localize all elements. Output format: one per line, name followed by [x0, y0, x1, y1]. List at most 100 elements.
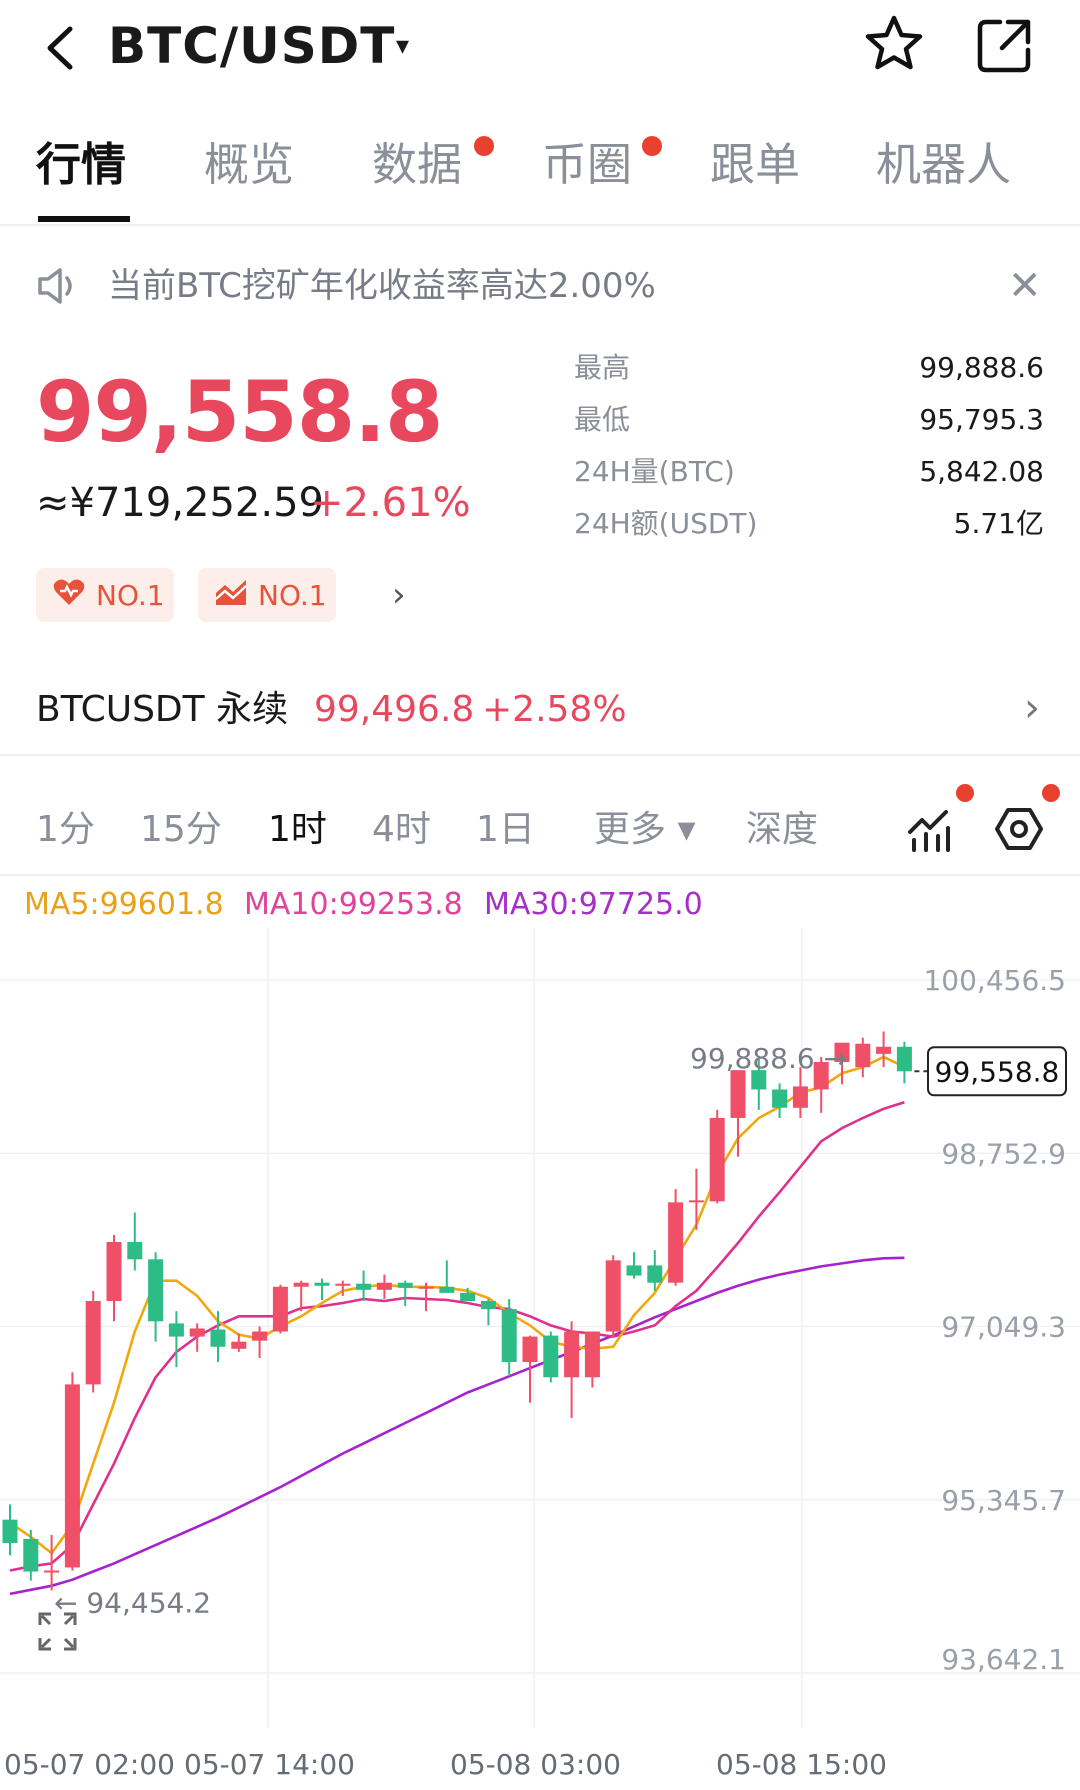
indicator-icon[interactable] [906, 806, 954, 854]
chevron-right-icon[interactable]: › [392, 578, 406, 612]
interval-1m[interactable]: 1分 [36, 808, 95, 852]
share-icon[interactable] [974, 14, 1036, 76]
candle-body [272, 1286, 288, 1332]
ma30-legend: MA30:97725.0 [484, 887, 703, 922]
candle [626, 1252, 642, 1279]
candle-body [668, 1202, 684, 1283]
candle [210, 1311, 226, 1363]
candle-body [23, 1538, 39, 1572]
x-tick-label: 05-08 15:00 [716, 1748, 887, 1781]
indicator-dot [956, 784, 974, 802]
close-icon[interactable]: ✕ [1008, 266, 1042, 306]
candle-body [501, 1309, 517, 1363]
candle-body [356, 1283, 372, 1290]
high-price-label: 99,888.6 → [690, 1042, 847, 1075]
candle-body [855, 1043, 871, 1068]
candle [543, 1331, 559, 1383]
x-tick-label: 05-07 02:00 [4, 1748, 175, 1781]
tab-market[interactable]: 行情 [36, 136, 126, 194]
candle [709, 1109, 725, 1204]
tab-data[interactable]: 数据 [372, 136, 462, 194]
pair-title[interactable]: BTC/USDT [108, 14, 395, 78]
pair-dropdown-icon[interactable]: ▾ [396, 30, 409, 62]
divider [0, 754, 1080, 756]
candle [85, 1290, 101, 1393]
perpetual-price[interactable]: 99,496.8 [314, 688, 474, 732]
low-price-label: ← 94,454.2 [54, 1586, 211, 1619]
settings-dot [1042, 784, 1060, 802]
stat-label-volume: 24H量(BTC) [574, 455, 735, 488]
perpetual-name[interactable]: BTCUSDT 永续 [36, 688, 288, 732]
candle-body [106, 1242, 122, 1302]
active-tab-indicator [38, 216, 130, 222]
y-tick-label: 97,049.3 [941, 1311, 1066, 1344]
candlestick-chart[interactable]: 100,456.5 98,752.9 97,049.3 95,345.7 93,642.… [0, 928, 1080, 1790]
candle [272, 1284, 288, 1334]
y-tick-label: 98,752.9 [941, 1137, 1066, 1170]
candle [106, 1234, 122, 1322]
candle-body [252, 1331, 268, 1341]
star-icon[interactable] [862, 12, 926, 76]
interval-1h[interactable]: 1时 [268, 808, 327, 852]
interval-1d[interactable]: 1日 [476, 808, 535, 852]
stat-label-low: 最低 [574, 403, 631, 436]
candle [584, 1331, 600, 1388]
candle-body [605, 1260, 621, 1332]
candle-body [293, 1282, 309, 1287]
tab-bot[interactable]: 机器人 [876, 136, 1011, 194]
ma5-legend: MA5:99601.8 [24, 887, 224, 922]
stat-value-low: 95,795.3 [919, 403, 1044, 436]
candle [397, 1280, 413, 1307]
y-tick-label: 100,456.5 [923, 964, 1066, 997]
candle [356, 1270, 372, 1302]
divider [0, 224, 1080, 226]
stat-label-turnover: 24H额(USDT) [574, 507, 758, 540]
stat-value-volume: 5,842.08 [919, 455, 1044, 488]
chevron-right-icon[interactable]: › [1024, 686, 1040, 730]
back-icon[interactable] [30, 18, 90, 78]
rank-badge-label: NO.1 [96, 578, 165, 612]
candle [2, 1504, 18, 1556]
candle-body [189, 1328, 205, 1337]
candle-body [543, 1335, 559, 1378]
candle-body [397, 1282, 413, 1288]
x-tick-label: 05-08 03:00 [450, 1748, 621, 1781]
cny-price: ≈¥719,252.59 [36, 480, 324, 526]
candle-body [876, 1046, 892, 1054]
candle [876, 1031, 892, 1068]
candle-body [460, 1292, 476, 1302]
candle-body [148, 1259, 164, 1322]
rank-badge-gainer[interactable]: NO.1 [198, 568, 336, 622]
candle-body [688, 1200, 704, 1203]
candle [23, 1529, 39, 1581]
flame-heart-icon [52, 577, 86, 614]
tab-overview[interactable]: 概览 [204, 136, 294, 194]
tab-community-dot [642, 136, 662, 156]
interval-15m[interactable]: 15分 [140, 808, 222, 852]
candle-body [772, 1089, 788, 1108]
tab-copytrade[interactable]: 跟单 [710, 136, 800, 194]
interval-more[interactable]: 更多 ▾ [594, 808, 696, 852]
tab-community[interactable]: 币圈 [542, 136, 632, 194]
candle-body [64, 1384, 80, 1568]
candle-body [44, 1570, 60, 1573]
candle-body [85, 1301, 101, 1385]
ma5-line [9, 1055, 905, 1556]
candle [252, 1326, 268, 1358]
stat-value-turnover: 5.71亿 [953, 507, 1044, 540]
notice-text[interactable]: 当前BTC挖矿年化收益率高达2.00% [108, 264, 656, 308]
rank-badge-popular[interactable]: NO.1 [36, 568, 174, 622]
candle-body [418, 1286, 434, 1289]
speaker-icon [36, 266, 82, 306]
candle [418, 1282, 434, 1312]
interval-4h[interactable]: 4时 [372, 808, 431, 852]
top-bar: BTC/USDT ▾ [0, 0, 1080, 100]
y-tick-label: 93,642.1 [941, 1643, 1066, 1676]
perpetual-change[interactable]: +2.58% [482, 688, 627, 732]
price-change: +2.61% [310, 480, 471, 526]
chart-settings-icon[interactable] [994, 804, 1044, 854]
candle-body [231, 1341, 247, 1349]
depth-tab[interactable]: 深度 [746, 808, 818, 852]
last-price-tag: 99,558.8 [935, 1055, 1060, 1088]
tab-data-dot [474, 136, 494, 156]
